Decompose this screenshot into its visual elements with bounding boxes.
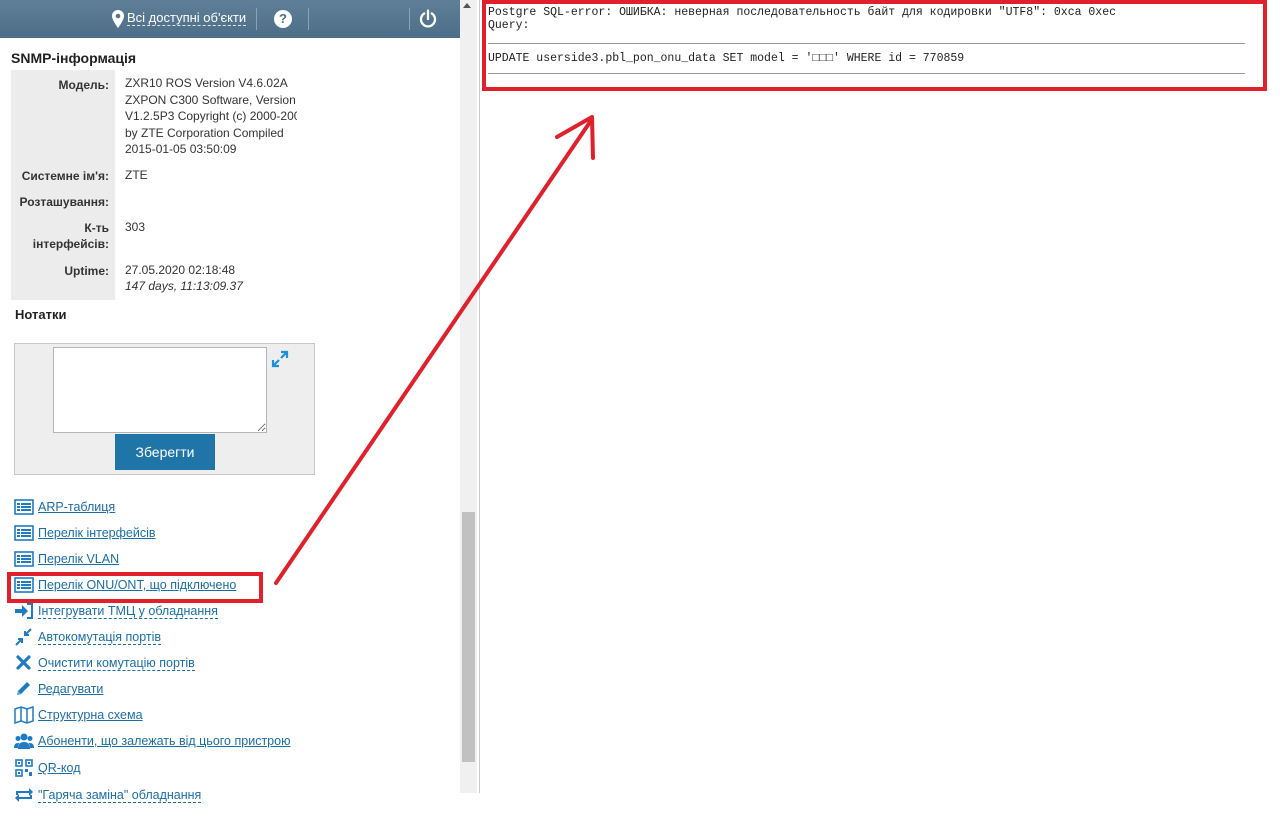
link-label[interactable]: Структурна схема	[38, 708, 143, 722]
snmp-title: SNMP-інформація	[11, 50, 137, 66]
list-icon	[14, 551, 34, 567]
ifcount-label-2: інтерфейсів:	[32, 237, 109, 251]
topbar-divider	[256, 8, 257, 30]
link-structure-scheme[interactable]: Структурна схема	[14, 705, 143, 725]
swap-icon	[15, 788, 33, 802]
link-label[interactable]: ARP-таблиця	[38, 500, 115, 514]
model-line: V1.2.5P3 Copyright (c) 2000-2006	[125, 109, 297, 123]
qr-code-icon	[15, 759, 33, 777]
link-label[interactable]: QR-код	[38, 761, 81, 775]
top-bar: Всі доступні об'єкти ?	[0, 0, 460, 38]
scroll-thumb[interactable]	[462, 512, 475, 762]
link-subscribers[interactable]: Абоненти, що залежать від цього пристрою	[14, 731, 290, 751]
x-icon	[16, 655, 31, 670]
location-label: Розташування:	[19, 195, 109, 209]
model-line: ZXR10 ROS Version V4.6.02A	[125, 76, 288, 90]
notes-box: Зберегти	[14, 343, 315, 475]
notes-title: Нотатки	[15, 307, 67, 322]
link-autocommutation[interactable]: Автокомутація портів	[14, 627, 162, 647]
snmp-label-column: Модель: Системне ім'я: Розташування: К-т…	[11, 70, 115, 300]
map-icon	[14, 706, 34, 724]
link-label[interactable]: Очистити комутацію портів	[38, 656, 195, 671]
model-label: Модель:	[58, 78, 109, 92]
compress-arrows-icon	[15, 628, 32, 646]
notes-textarea[interactable]	[53, 347, 267, 433]
topbar-divider	[308, 8, 309, 30]
model-line: 2015-01-05 03:50:09	[125, 142, 237, 156]
help-icon[interactable]: ?	[274, 10, 292, 28]
link-label[interactable]: Автокомутація портів	[38, 630, 162, 645]
left-panel: Всі доступні об'єкти ? SNMP-інформація М…	[0, 0, 460, 819]
link-label[interactable]: "Гаряча заміна" обладнання	[38, 788, 202, 803]
save-button[interactable]: Зберегти	[115, 434, 215, 470]
error-highlight-box	[482, 0, 1267, 91]
link-vlan[interactable]: Перелік VLAN	[14, 549, 119, 569]
link-label[interactable]: Перелік VLAN	[38, 552, 119, 566]
model-value: ZXR10 ROS Version V4.6.02A ZXPON C300 So…	[125, 75, 297, 158]
expand-icon[interactable]	[271, 350, 289, 368]
map-pin-icon	[112, 10, 124, 28]
link-interfaces[interactable]: Перелік інтерфейсів	[14, 523, 156, 543]
right-panel	[479, 0, 1280, 793]
link-edit[interactable]: Редагувати	[14, 679, 103, 699]
list-icon	[14, 525, 34, 541]
link-integrate-tmc[interactable]: Інтегрувати ТМЦ у обладнання	[14, 601, 218, 621]
sign-in-icon	[15, 603, 33, 619]
topbar-divider	[409, 8, 410, 30]
onu-link-highlight-box	[7, 572, 263, 603]
link-clear-commutation[interactable]: Очистити комутацію портів	[14, 653, 195, 673]
link-label[interactable]: Редагувати	[38, 682, 103, 696]
users-icon	[14, 733, 34, 749]
link-label[interactable]: Абоненти, що залежать від цього пристрою	[38, 734, 290, 748]
link-hot-swap[interactable]: "Гаряча заміна" обладнання	[14, 785, 202, 805]
snmp-info-table: Модель: Системне ім'я: Розташування: К-т…	[11, 70, 297, 300]
link-qr-code[interactable]: QR-код	[14, 758, 81, 778]
sysname-value: ZTE	[125, 168, 148, 182]
link-label[interactable]: Перелік інтерфейсів	[38, 526, 156, 540]
uptime-label: Uptime:	[64, 264, 109, 278]
ifcount-label-1: К-ть	[84, 221, 109, 235]
uptime-relative: 147 days, 11:13:09.37	[125, 279, 243, 293]
link-label[interactable]: Інтегрувати ТМЦ у обладнання	[38, 604, 218, 619]
model-line: by ZTE Corporation Compiled	[125, 125, 284, 140]
all-objects-link[interactable]: Всі доступні об'єкти	[127, 10, 247, 26]
uptime-value: 27.05.2020 02:18:48	[125, 263, 236, 277]
scroll-up-arrow-icon[interactable]	[463, 3, 471, 8]
power-icon[interactable]	[418, 9, 438, 29]
model-line: ZXPON C300 Software, Version	[125, 92, 296, 107]
ifcount-value: 303	[125, 220, 146, 234]
pencil-icon	[17, 682, 30, 695]
list-icon	[14, 499, 34, 515]
link-arp-table[interactable]: ARP-таблиця	[14, 497, 115, 517]
sysname-label: Системне ім'я:	[21, 169, 109, 183]
